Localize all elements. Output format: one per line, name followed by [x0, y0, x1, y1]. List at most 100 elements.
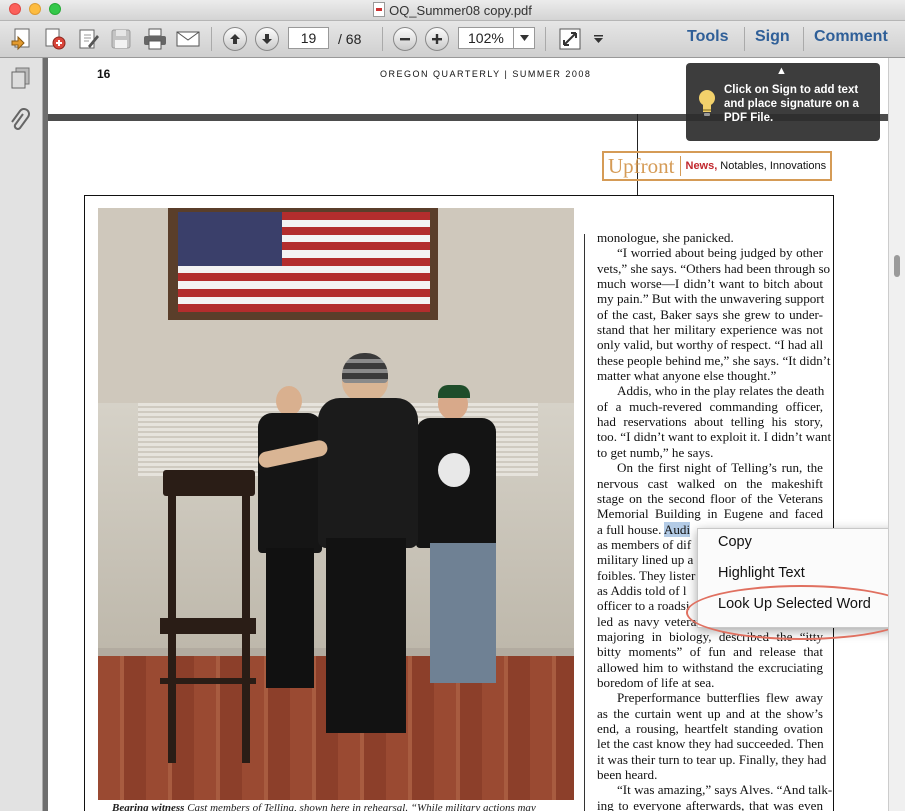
article-line: much worse—I didn’t want to bitch about — [597, 276, 823, 292]
sign-tooltip: ▲ Click on Sign to add text and place si… — [686, 63, 880, 141]
arrow-up-icon — [223, 27, 247, 51]
article-line: monologue, she panicked. — [597, 230, 734, 245]
article-line: of a much-revered commanding officer, — [597, 398, 823, 414]
running-head: OREGON QUARTERLY | SUMMER 2008 — [380, 69, 592, 79]
article-line: my pain.” But with the unwavering suppor… — [597, 291, 825, 307]
article-line: boredom of life at sea. — [597, 674, 715, 690]
create-pdf-button[interactable] — [8, 25, 38, 53]
article-line: Memorial Building in Eugene and faced — [597, 506, 823, 522]
minus-icon — [393, 27, 417, 51]
article-line: too. “I didn’t want to exploit it. I did… — [597, 429, 832, 445]
article-line: had reservations about telling his story… — [597, 414, 823, 430]
logo-separator — [679, 156, 681, 176]
toolbar-separator — [211, 27, 212, 51]
expand-arrows-icon — [559, 28, 581, 50]
next-page-button[interactable] — [253, 25, 281, 53]
tools-button[interactable]: Tools — [687, 28, 728, 46]
page-number-input[interactable]: 19 — [288, 27, 329, 49]
lightbulb-icon — [699, 90, 715, 116]
article-line: been heard. — [597, 767, 658, 783]
article-line: Preperformance butterflies flew away — [617, 690, 823, 706]
title-bar: OQ_Summer08 copy.pdf — [0, 0, 905, 21]
attachments-button[interactable] — [9, 108, 31, 139]
article-line: “It was amazing,” says Alves. “And talk- — [617, 782, 833, 798]
zoom-dropdown-button[interactable] — [513, 27, 535, 49]
article-line: to get numb,” he says. — [597, 444, 714, 460]
article-line-start: a full house. — [597, 521, 664, 537]
toolbar-separator — [545, 27, 546, 51]
article-line: only valid, but worthy of respect. “I ha… — [597, 337, 824, 353]
menu-item-copy[interactable]: Copy — [718, 534, 752, 550]
article-line: allowed him to withstand the excruciatin… — [597, 659, 823, 675]
article-line: nervous cast walked on the makeshift — [597, 475, 823, 491]
article-line: ing to everyone afterwards, that was eve… — [597, 797, 823, 811]
logo-subtitle: Notables, Innovations — [720, 160, 827, 172]
edit-icon — [79, 29, 99, 49]
zoom-in-button[interactable] — [423, 25, 451, 53]
sign-button[interactable]: Sign — [755, 28, 790, 46]
page-thumbnails-button[interactable] — [9, 66, 31, 95]
article-line: stage on the second floor of the Veteran… — [597, 490, 823, 506]
upfront-word: Upfront — [608, 153, 675, 178]
toolbar-separator — [382, 27, 383, 51]
article-line: Addis, who in the play relates the death — [617, 383, 825, 399]
create-pdf-icon — [11, 28, 30, 51]
toolbar-options-button[interactable] — [590, 25, 606, 53]
flag-image — [178, 212, 430, 312]
photo-caption: Bearing witness Cast members of Telling,… — [112, 802, 536, 811]
upfront-logo: Upfront News, Notables, Innovations — [602, 151, 832, 181]
print-button[interactable] — [140, 25, 170, 53]
menu-item-highlight-text[interactable]: Highlight Text — [718, 565, 805, 581]
article-line: let the cast know they had succeeded. Th… — [597, 736, 824, 752]
article-line: On the first night of Telling’s run, the — [617, 460, 823, 476]
caption-lead: Bearing witness — [112, 802, 185, 811]
article-line: “I worried about being judged by other — [617, 245, 823, 261]
caption-text: Cast members of Telling, shown here in r… — [184, 802, 536, 811]
chevron-down-icon — [519, 35, 529, 41]
tooltip-text: Click on Sign to add text and place sign… — [724, 84, 859, 124]
article-line: these people behind me,” she says. “It d… — [597, 352, 831, 368]
window-title-wrap: OQ_Summer08 copy.pdf — [0, 2, 905, 18]
article-text[interactable]: monologue, she panicked. “I worried abou… — [597, 230, 833, 811]
logo-news: News, — [685, 160, 718, 172]
floppy-disk-icon — [111, 29, 131, 49]
save-button[interactable] — [106, 25, 136, 53]
page-total: / 68 — [338, 31, 362, 47]
window-title: OQ_Summer08 copy.pdf — [389, 3, 532, 18]
combine-files-button[interactable] — [40, 25, 70, 53]
fit-page-button[interactable] — [555, 25, 585, 53]
article-line: vets,” she says. “Others had been throug… — [597, 260, 831, 276]
comment-button[interactable]: Comment — [814, 28, 888, 46]
document-page[interactable]: 16 OREGON QUARTERLY | SUMMER 2008 Upfron… — [48, 58, 888, 811]
envelope-icon — [176, 31, 200, 47]
article-line: end, a rousing, heartfelt standing ovati… — [597, 721, 823, 736]
pages-icon — [11, 67, 30, 89]
paperclip-icon — [11, 108, 30, 130]
printer-icon — [144, 28, 166, 50]
zoom-out-button[interactable] — [391, 25, 419, 53]
combine-files-icon — [45, 28, 66, 50]
toolbar: 19 / 68 102% Tools Sign Comment — [0, 21, 905, 58]
article-line: stand that her military experience was n… — [597, 322, 823, 338]
vertical-scrollbar[interactable] — [888, 58, 905, 811]
navigation-pane — [0, 58, 43, 811]
article-line: as the curtain went up and at the show’s — [597, 705, 823, 721]
toolbar-separator — [803, 27, 804, 51]
arrow-down-icon — [255, 27, 279, 51]
article-line: of the cast, Baker says she grew to unde… — [597, 306, 823, 322]
previous-page-button[interactable] — [221, 25, 249, 53]
edit-button[interactable] — [74, 25, 104, 53]
email-button[interactable] — [172, 25, 204, 53]
article-line: it was their turn to tear up. Finally, t… — [597, 751, 827, 767]
scrollbar-thumb[interactable] — [894, 255, 900, 277]
selected-word[interactable]: Audi — [663, 521, 691, 537]
plus-icon — [425, 27, 449, 51]
toolbar-separator — [744, 27, 745, 51]
column-rule — [584, 234, 585, 811]
zoom-level-input[interactable]: 102% — [458, 27, 514, 49]
article-line: matter what anyone else thought.” — [597, 368, 777, 384]
pdf-file-icon — [373, 2, 386, 17]
chevron-up-icon: ▲ — [776, 65, 787, 77]
highlight-annotation-ellipse — [686, 585, 905, 640]
page-number: 16 — [97, 67, 111, 81]
